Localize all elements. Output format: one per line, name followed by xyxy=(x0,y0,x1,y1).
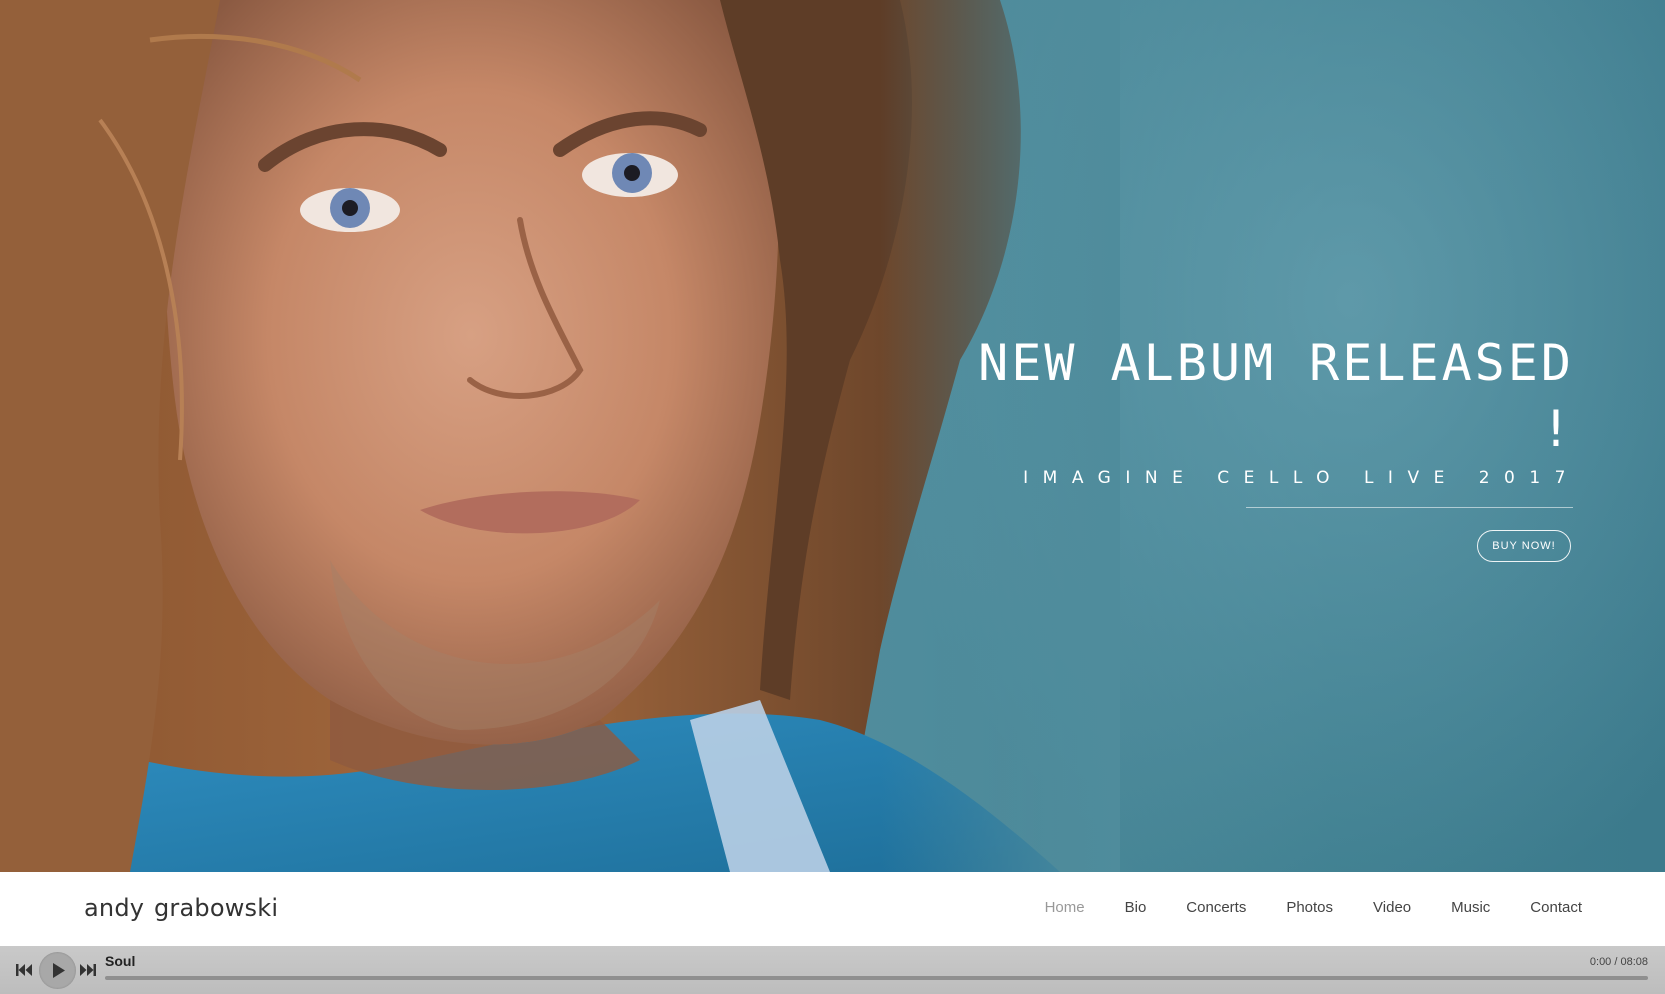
audio-player: Soul 0:00 / 08:08 xyxy=(0,946,1665,994)
buy-now-button[interactable]: BUY NOW! xyxy=(1477,530,1571,562)
main-nav: Home Bio Concerts Photos Video Music Con… xyxy=(1005,899,1582,916)
play-icon xyxy=(53,963,65,978)
progress-bar[interactable] xyxy=(105,976,1648,980)
play-button[interactable] xyxy=(39,952,76,989)
track-time: 0:00 / 08:08 xyxy=(1589,956,1648,968)
site-logo[interactable]: andy grabowski xyxy=(84,894,278,922)
hero-title: NEW ALBUM RELEASED ! xyxy=(960,330,1574,462)
hero-title-line2: ! xyxy=(1540,400,1574,458)
hero-divider xyxy=(1246,507,1573,508)
nav-contact[interactable]: Contact xyxy=(1530,899,1582,916)
nav-video[interactable]: Video xyxy=(1373,899,1411,916)
nav-bio[interactable]: Bio xyxy=(1125,899,1147,916)
site-header: andy grabowski Home Bio Concerts Photos … xyxy=(0,872,1665,946)
hero-text-block: NEW ALBUM RELEASED ! IMAGINE CELLO LIVE … xyxy=(960,330,1574,488)
nav-photos[interactable]: Photos xyxy=(1286,899,1333,916)
hero-title-line1: NEW ALBUM RELEASED xyxy=(978,334,1574,392)
nav-music[interactable]: Music xyxy=(1451,899,1490,916)
track-title: Soul xyxy=(105,953,136,969)
hero-banner: NEW ALBUM RELEASED ! IMAGINE CELLO LIVE … xyxy=(0,0,1665,872)
hero-subtitle: IMAGINE CELLO LIVE 2017 xyxy=(1023,468,1580,488)
nav-home[interactable]: Home xyxy=(1045,899,1085,916)
previous-track-icon[interactable] xyxy=(16,963,32,977)
next-track-icon[interactable] xyxy=(80,963,96,977)
artist-portrait xyxy=(0,0,1120,872)
nav-concerts[interactable]: Concerts xyxy=(1186,899,1246,916)
